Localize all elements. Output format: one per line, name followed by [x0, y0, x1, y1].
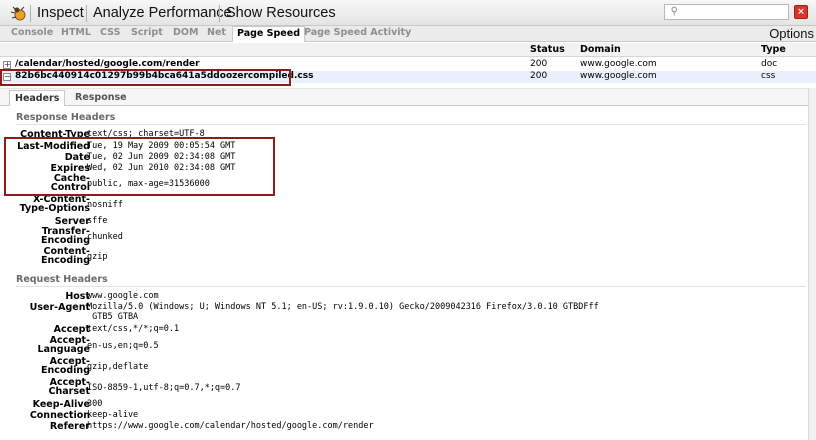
expand-toggle-icon[interactable]: +: [3, 61, 11, 69]
header-value: Mozilla/5.0 (Windows; U; Windows NT 5.1;…: [87, 302, 599, 322]
firebug-icon[interactable]: [9, 4, 29, 22]
column-domain[interactable]: Domain: [580, 44, 621, 55]
header-value: gzip,deflate: [87, 362, 149, 372]
toolbar-separator: [30, 5, 31, 22]
header-key: Keep-Alive: [32, 399, 90, 410]
header-key: Accept: [53, 324, 90, 335]
tab-headers[interactable]: Headers: [9, 90, 66, 106]
header-value: text/css,*/*;q=0.1: [87, 324, 180, 334]
firebug-toolbar: Inspect Analyze Performance Show Resourc…: [0, 0, 816, 26]
search-input[interactable]: ⚲: [664, 4, 789, 20]
header-key: Transfer- Encoding: [40, 226, 90, 246]
tab-net[interactable]: Net: [207, 27, 226, 38]
header-value: 300: [87, 399, 103, 409]
header-value: www.google.com: [87, 291, 159, 301]
tab-response[interactable]: Response: [75, 92, 127, 103]
header-value: ISO-8859-1,utf-8;q=0.7,*;q=0.7: [87, 383, 241, 393]
request-url[interactable]: /calendar/hosted/google.com/render: [15, 59, 200, 69]
header-key: Referer: [49, 421, 90, 432]
analyze-performance-button[interactable]: Analyze Performance: [93, 5, 232, 21]
header-key: Connection: [29, 410, 90, 421]
header-key: Content- Encoding: [40, 246, 90, 266]
divider: [16, 286, 806, 287]
request-status: 200: [530, 71, 548, 81]
header-value: https://www.google.com/calendar/hosted/g…: [87, 421, 374, 431]
header-key: User-Agent: [29, 302, 90, 313]
caching-headers-highlight-box: [4, 137, 275, 196]
header-key: Accept- Language: [37, 335, 90, 355]
request-type: doc: [761, 59, 778, 69]
header-value: keep-alive: [87, 410, 139, 420]
tab-page-speed[interactable]: Page Speed: [232, 26, 305, 42]
header-value: sffe: [87, 216, 108, 226]
tab-console[interactable]: Console: [11, 27, 53, 38]
tab-dom[interactable]: DOM: [173, 27, 198, 38]
column-status[interactable]: Status: [530, 44, 565, 55]
header-key: Server: [54, 216, 90, 227]
net-column-header: Status Domain Type: [0, 43, 816, 57]
scrollbar[interactable]: [808, 88, 816, 440]
request-headers-heading: Request Headers: [16, 274, 108, 285]
request-domain: www.google.com: [580, 59, 657, 69]
tab-css[interactable]: CSS: [100, 27, 120, 38]
tab-html[interactable]: HTML: [61, 27, 91, 38]
close-icon[interactable]: ×: [794, 5, 808, 19]
toolbar-separator: [219, 5, 220, 22]
header-value: gzip: [87, 252, 108, 262]
detail-tab-bar: Headers Response: [0, 89, 816, 106]
toolbar-separator: [86, 5, 87, 22]
divider: [16, 124, 806, 125]
header-value: nosniff: [87, 200, 123, 210]
panel-tab-bar: Console HTML CSS Script DOM Net Page Spe…: [0, 26, 816, 42]
show-resources-button[interactable]: Show Resources: [226, 5, 336, 21]
header-key: X-Content- Type-Options: [19, 194, 90, 214]
options-menu[interactable]: Options: [769, 26, 814, 41]
request-domain: www.google.com: [580, 71, 657, 81]
search-icon: ⚲: [670, 6, 678, 17]
response-headers-heading: Response Headers: [16, 112, 116, 123]
inspect-button[interactable]: Inspect: [37, 5, 84, 21]
tab-script[interactable]: Script: [131, 27, 163, 38]
header-key: Accept- Charset: [48, 377, 90, 397]
request-status: 200: [530, 59, 548, 69]
header-key: Host: [65, 291, 90, 302]
file-highlight-box: [0, 69, 291, 86]
header-key: Accept- Encoding: [40, 356, 90, 376]
header-value: chunked: [87, 232, 123, 242]
request-type: css: [761, 71, 776, 81]
tab-page-speed-activity[interactable]: Page Speed Activity: [304, 27, 411, 38]
header-value: en-us,en;q=0.5: [87, 341, 159, 351]
column-type[interactable]: Type: [761, 44, 786, 55]
